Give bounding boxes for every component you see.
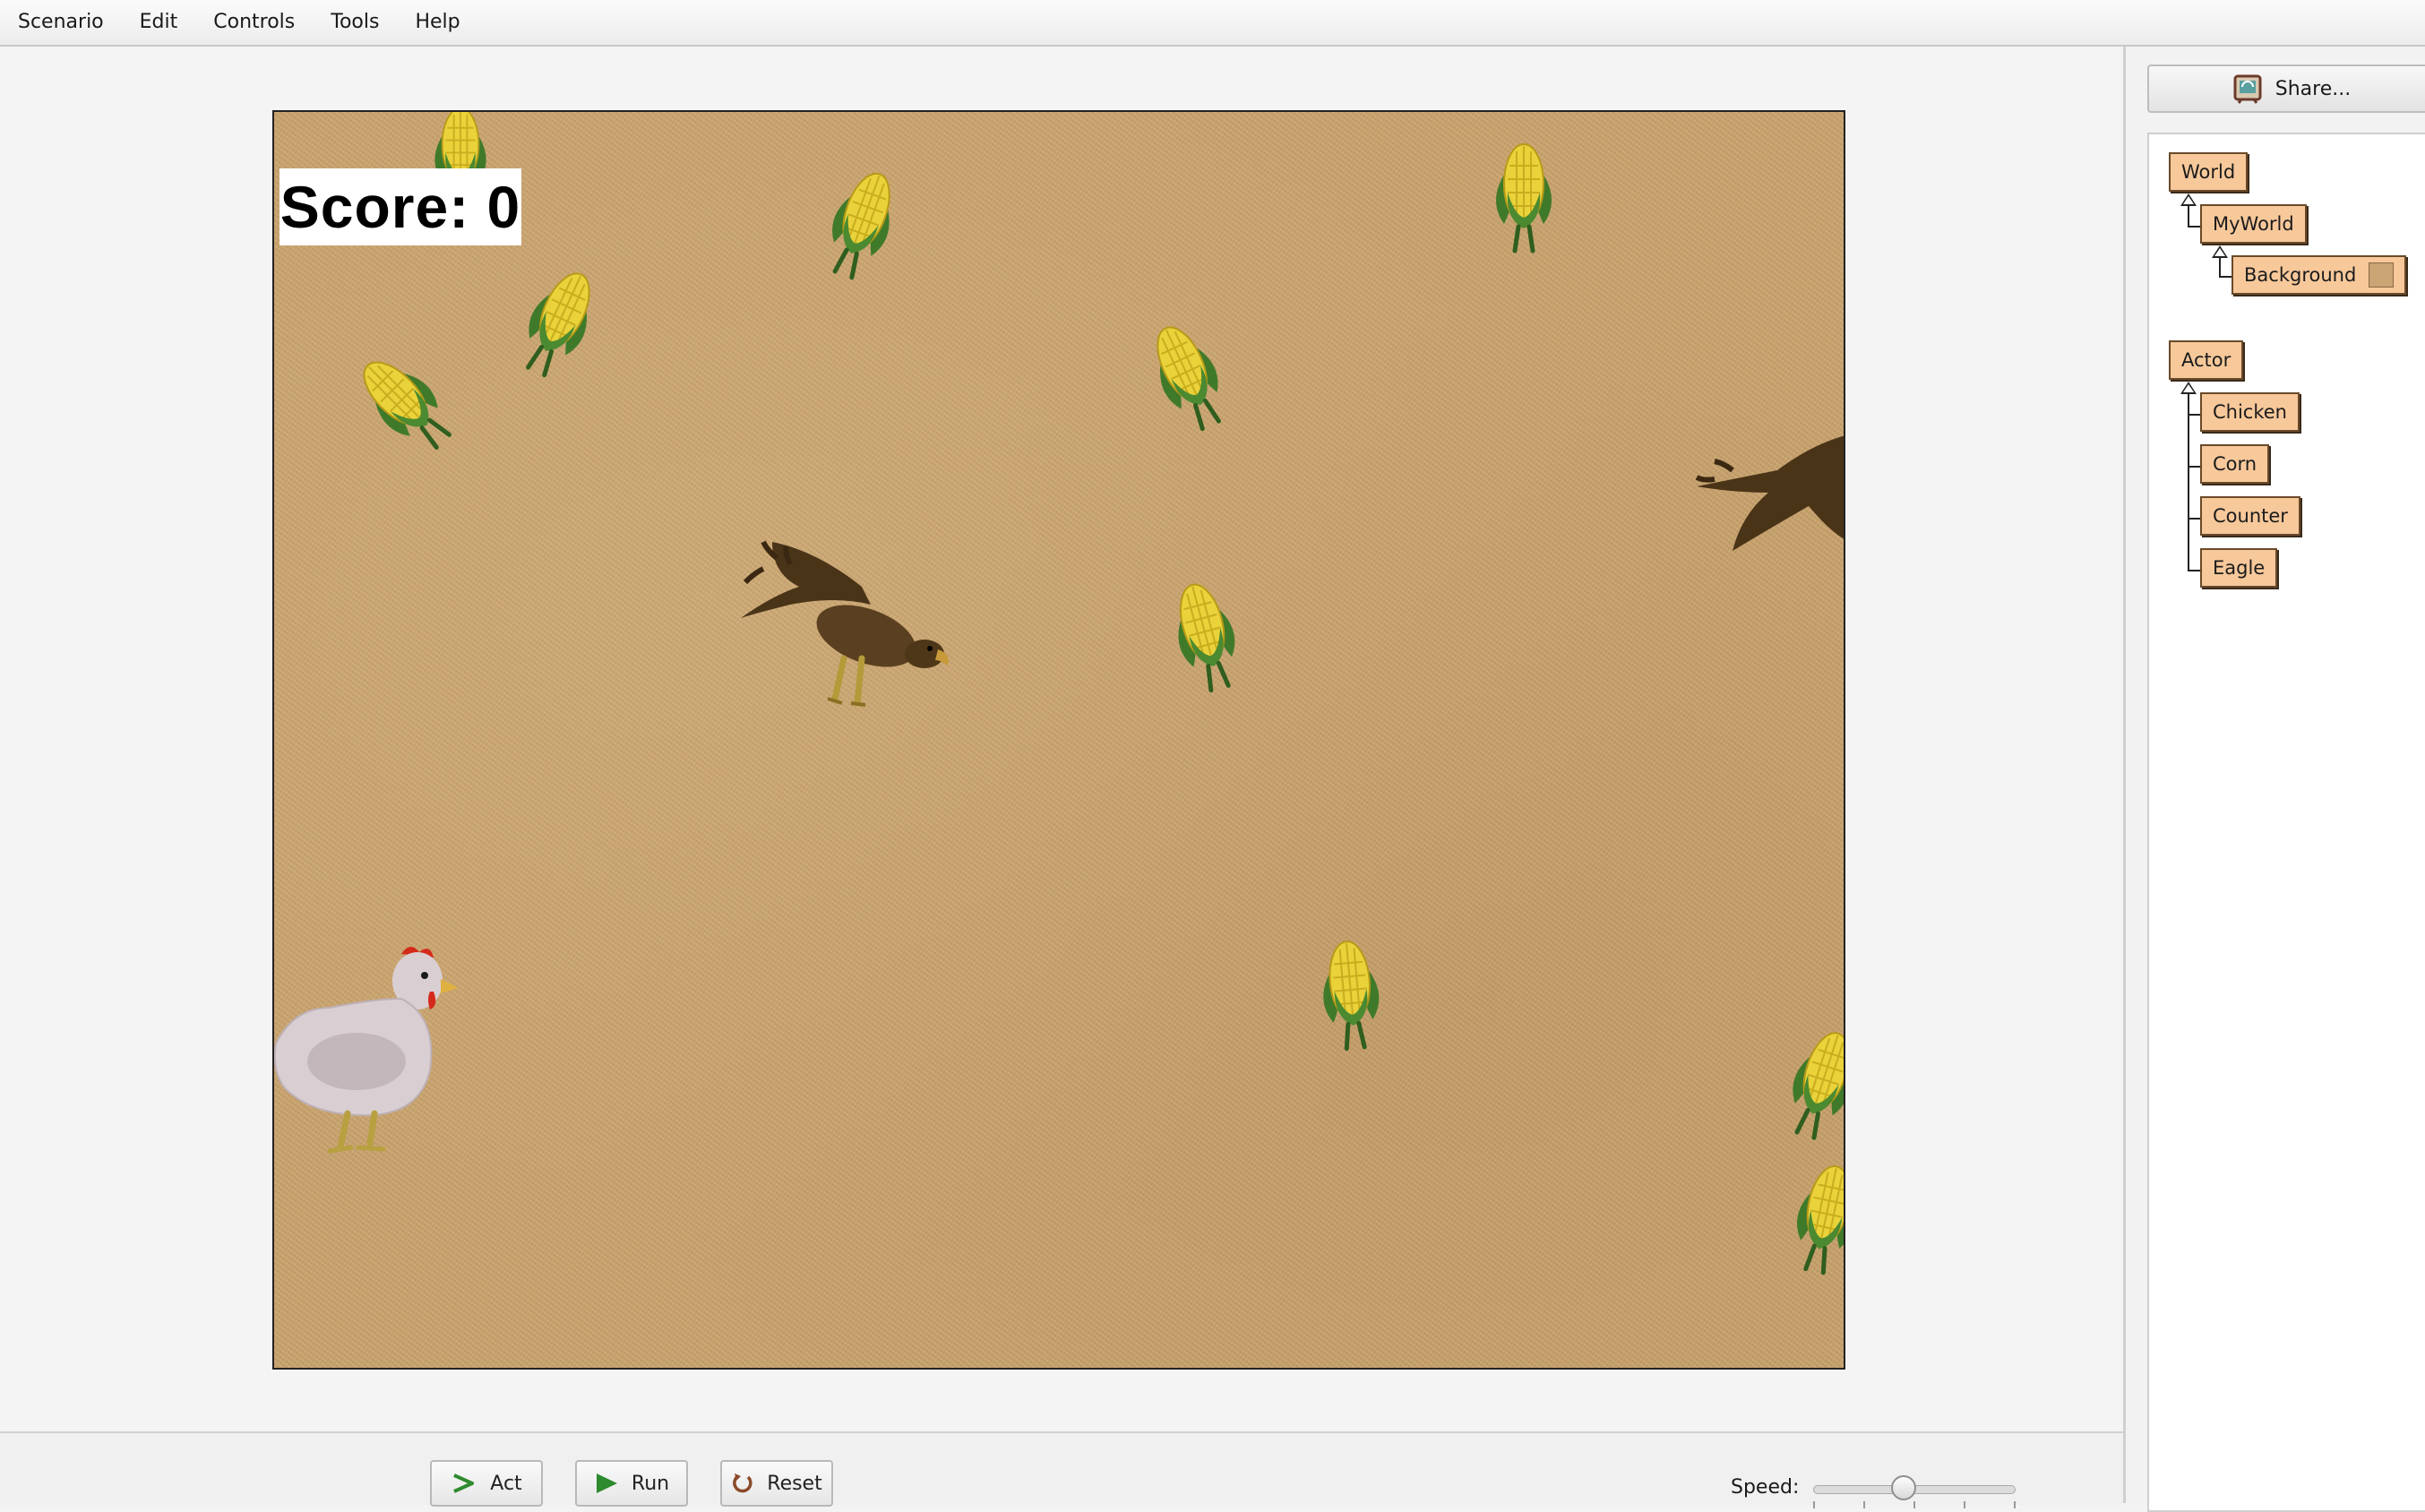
class-myworld-label: MyWorld <box>2213 213 2294 235</box>
corn-actor[interactable] <box>1157 571 1256 701</box>
share-label: Share... <box>2275 77 2352 100</box>
chicken-icon <box>274 946 459 1154</box>
corn-icon <box>1496 143 1552 253</box>
speed-slider-thumb[interactable] <box>1890 1475 1916 1500</box>
eagle-actor[interactable] <box>736 533 960 730</box>
class-corn-label: Corn <box>2213 453 2257 475</box>
menu-bar: Scenario Edit Controls Tools Help <box>0 0 2425 47</box>
corn-actor[interactable] <box>1310 933 1391 1055</box>
run-label: Run <box>631 1472 670 1495</box>
class-eagle[interactable]: Eagle <box>2200 548 2278 588</box>
act-icon <box>453 1473 475 1493</box>
background-thumbnail-icon <box>2369 262 2395 288</box>
class-myworld[interactable]: MyWorld <box>2200 204 2307 244</box>
corn-actor[interactable] <box>502 254 615 391</box>
corn-icon <box>1157 326 1221 432</box>
score-text: Score: 0 <box>279 174 521 240</box>
run-button[interactable]: Run <box>575 1460 688 1507</box>
corn-icon <box>1178 583 1235 693</box>
corn-actor[interactable] <box>1770 1018 1844 1150</box>
corn-icon <box>1793 1032 1844 1140</box>
corn-actor[interactable] <box>1778 1154 1844 1283</box>
corn-icon <box>1797 1165 1844 1276</box>
inherit-arrow-icon <box>2180 382 2197 394</box>
class-tree: World MyWorld Background Actor Chicken C… <box>2147 133 2425 1512</box>
class-actor[interactable]: Actor <box>2169 340 2244 380</box>
class-chicken-label: Chicken <box>2213 401 2287 423</box>
eagle-icon <box>741 540 949 707</box>
chicken-actor[interactable] <box>274 936 464 1160</box>
act-label: Act <box>490 1472 522 1495</box>
class-panel: Share... World MyWorld Background Actor <box>2123 47 2425 1512</box>
inherit-arrow-icon <box>2212 245 2228 258</box>
score-counter[interactable]: Score: 0 <box>279 168 521 245</box>
menu-edit[interactable]: Edit <box>122 0 196 45</box>
corn-icon <box>1323 941 1380 1052</box>
eagle-icon <box>1695 435 1844 551</box>
speed-slider-ticks <box>1813 1501 2016 1508</box>
share-button[interactable]: Share... <box>2147 64 2425 113</box>
corn-actor[interactable] <box>808 157 916 291</box>
menu-controls[interactable]: Controls <box>195 0 313 45</box>
share-icon <box>2233 74 2262 104</box>
tree-connector <box>2188 206 2189 228</box>
reset-icon <box>733 1473 752 1493</box>
reset-button[interactable]: Reset <box>720 1460 833 1507</box>
class-world[interactable]: World <box>2169 152 2249 192</box>
tree-connector <box>2188 394 2189 571</box>
class-counter[interactable]: Counter <box>2200 496 2300 536</box>
class-actor-label: Actor <box>2181 349 2232 371</box>
tree-connector <box>2219 258 2221 278</box>
class-background[interactable]: Background <box>2232 255 2407 295</box>
class-counter-label: Counter <box>2213 505 2288 527</box>
world-canvas[interactable]: Score: 0 <box>272 110 1845 1370</box>
corn-icon <box>363 361 451 450</box>
menu-help[interactable]: Help <box>397 0 477 45</box>
corn-icon <box>526 272 590 378</box>
speed-label: Speed: <box>1731 1476 1800 1499</box>
inherit-arrow-icon <box>2180 193 2197 206</box>
reset-label: Reset <box>767 1472 822 1495</box>
menu-tools[interactable]: Tools <box>313 0 397 45</box>
corn-actor[interactable] <box>1131 308 1244 444</box>
class-eagle-label: Eagle <box>2213 557 2266 579</box>
class-corn[interactable]: Corn <box>2200 444 2270 484</box>
control-bar: Act Run Reset Speed: <box>0 1431 2123 1508</box>
corn-actor[interactable] <box>1488 139 1560 255</box>
world-area: Score: 0 <box>0 47 2123 1431</box>
eagle-actor[interactable] <box>1695 417 1844 578</box>
act-button[interactable]: Act <box>430 1460 543 1507</box>
corn-actor[interactable] <box>339 337 471 469</box>
play-icon <box>596 1473 617 1493</box>
menu-scenario[interactable]: Scenario <box>0 0 122 45</box>
corn-icon <box>832 172 890 280</box>
class-chicken[interactable]: Chicken <box>2200 392 2300 432</box>
class-background-label: Background <box>2244 264 2357 286</box>
class-world-label: World <box>2181 161 2236 183</box>
